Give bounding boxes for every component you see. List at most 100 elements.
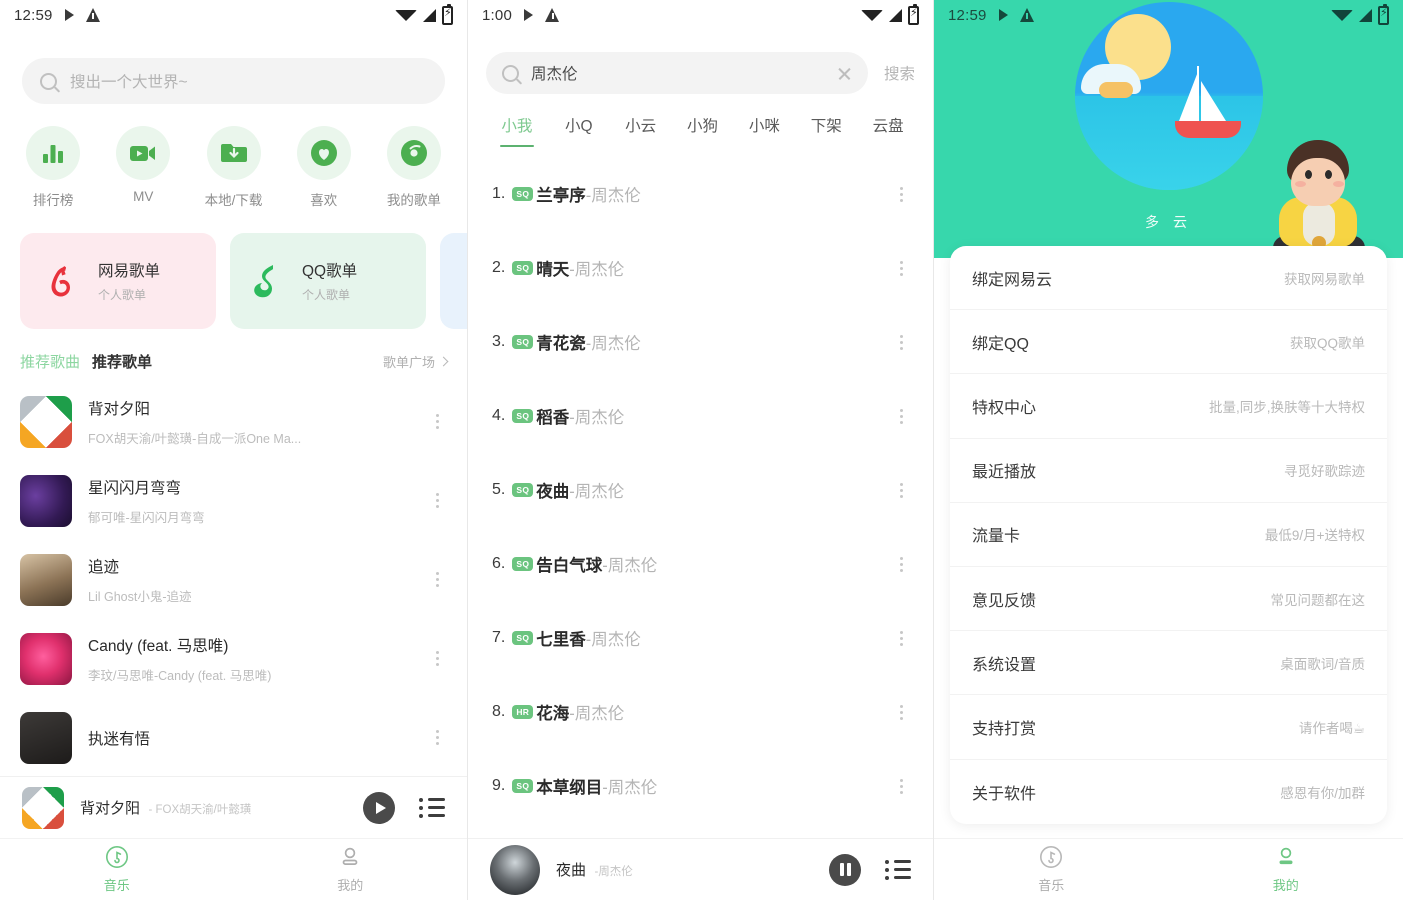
card-third-playlist[interactable] <box>440 233 467 329</box>
search-input[interactable]: 搜出一个大世界~ <box>22 58 445 104</box>
quick-actions: 排行榜 MV 本地/下载 喜欢 我的歌单 <box>8 126 459 209</box>
close-icon[interactable] <box>837 66 852 81</box>
playlist-icon[interactable] <box>419 797 445 818</box>
list-item-system-settings[interactable]: 系统设置 桌面歌词/音质 <box>950 631 1387 696</box>
source-tabs: 小我 小Q 小云 小狗 小咪 下架 云盘 <box>486 114 919 147</box>
recommend-section-header: 推荐歌曲 推荐歌单 歌单广场 <box>20 351 449 372</box>
person-icon <box>342 847 358 865</box>
table-row[interactable]: 1. SQ 兰亭序 -周杰伦 <box>468 157 933 231</box>
table-row[interactable]: 6. SQ 告白气球 -周杰伦 <box>468 527 933 601</box>
search-input[interactable]: 周杰伦 <box>486 52 868 94</box>
list-item-donate[interactable]: 支持打赏 请作者喝☕ <box>950 695 1387 760</box>
tab-mine[interactable]: 我的 <box>1169 839 1404 900</box>
result-title: 晴天 <box>536 261 570 279</box>
list-item-recent-play[interactable]: 最近播放 寻觅好歌踪迹 <box>950 439 1387 503</box>
setting-value: 获取网易歌单 <box>1284 271 1365 287</box>
quick-action-favorite[interactable]: 喜欢 <box>279 126 369 209</box>
mini-player-cover <box>490 844 540 895</box>
more-options-icon[interactable] <box>891 630 911 646</box>
tab-recommended-songs[interactable]: 推荐歌曲 <box>20 351 80 372</box>
list-item-bind-qq[interactable]: 绑定QQ 获取QQ歌单 <box>950 310 1387 375</box>
quick-action-local-download[interactable]: 本地/下载 <box>188 126 278 209</box>
tab-music[interactable]: 音乐 <box>0 839 234 900</box>
more-options-icon[interactable] <box>891 556 911 572</box>
more-options-icon[interactable] <box>891 408 911 424</box>
table-row[interactable]: 8. HR 花海 -周杰伦 <box>468 675 933 749</box>
table-row[interactable]: 9. SQ 本草纲目 -周杰伦 <box>468 749 933 823</box>
card-netease-playlist[interactable]: 网易歌单 个人歌单 <box>20 233 216 329</box>
battery-icon <box>1378 3 1389 25</box>
tab-xiaogou[interactable]: 小狗 <box>672 114 734 147</box>
list-item-privilege-center[interactable]: 特权中心 批量,同步,换肤等十大特权 <box>950 374 1387 439</box>
setting-label: 系统设置 <box>972 656 1037 674</box>
more-options-icon[interactable] <box>891 334 911 350</box>
tab-xiaoyun[interactable]: 小云 <box>610 114 672 147</box>
tab-xiaomi[interactable]: 小咪 <box>733 114 795 147</box>
play-button[interactable] <box>363 791 395 824</box>
table-row[interactable]: 5. SQ 夜曲 -周杰伦 <box>468 453 933 527</box>
result-artist: -周杰伦 <box>569 261 625 279</box>
search-icon <box>40 72 57 90</box>
search-button[interactable]: 搜索 <box>878 62 921 84</box>
play-icon <box>524 9 533 21</box>
more-options-icon[interactable] <box>891 186 911 202</box>
more-options-icon[interactable] <box>891 778 911 794</box>
tab-label: 音乐 <box>1038 878 1065 893</box>
tab-yunpan[interactable]: 云盘 <box>857 114 919 147</box>
tab-recommended-playlists[interactable]: 推荐歌单 <box>92 351 152 372</box>
song-title: 执迷有悟 <box>88 730 151 748</box>
playlist-source-cards: 网易歌单 个人歌单 QQ歌单 个人歌单 <box>20 233 467 329</box>
more-options-icon[interactable] <box>891 704 911 720</box>
quick-action-mv[interactable]: MV <box>98 126 188 209</box>
pause-button[interactable] <box>829 853 861 886</box>
tab-mine[interactable]: 我的 <box>234 839 468 900</box>
more-options-icon[interactable] <box>427 651 447 666</box>
signal-icon <box>423 8 436 22</box>
table-row[interactable]: 4. SQ 稻香 -周杰伦 <box>468 379 933 453</box>
card-qq-playlist[interactable]: QQ歌单 个人歌单 <box>230 233 426 329</box>
more-options-icon[interactable] <box>891 260 911 276</box>
list-item[interactable]: 星闪闪月弯弯 郁可唯-星闪闪月弯弯 <box>0 461 467 540</box>
quality-badge: SQ <box>512 408 534 424</box>
table-row[interactable]: 7. SQ 七里香 -周杰伦 <box>468 601 933 675</box>
list-item-about[interactable]: 关于软件 感恩有你/加群 <box>950 760 1387 824</box>
quick-action-ranking[interactable]: 排行榜 <box>8 126 98 209</box>
list-item[interactable]: Candy (feat. 马思唯) 李玟/马思唯-Candy (feat. 马思… <box>0 619 467 698</box>
list-item-feedback[interactable]: 意见反馈 常见问题都在这 <box>950 567 1387 632</box>
quality-badge: SQ <box>512 482 534 498</box>
playlist-icon[interactable] <box>885 859 911 880</box>
more-options-icon[interactable] <box>427 572 447 587</box>
mini-player-bar[interactable]: 背对夕阳 - FOX胡天渝/叶懿璜 <box>0 776 467 838</box>
result-title: 花海 <box>536 705 570 723</box>
tab-xiaoq[interactable]: 小Q <box>548 114 610 147</box>
list-item-bind-netease[interactable]: 绑定网易云 获取网易歌单 <box>950 246 1387 311</box>
quick-action-label: 排行榜 <box>32 193 74 208</box>
song-artist: 李玟/马思唯-Candy (feat. 马思唯) <box>88 668 272 683</box>
mini-player-cover <box>22 786 64 829</box>
quick-action-label: 我的歌单 <box>386 193 441 208</box>
list-item[interactable]: 执迷有悟 <box>0 698 467 777</box>
table-row[interactable]: 3. SQ 青花瓷 -周杰伦 <box>468 305 933 379</box>
list-item-data-card[interactable]: 流量卡 最低9/月+送特权 <box>950 503 1387 567</box>
tab-xiajia[interactable]: 下架 <box>795 114 857 147</box>
warning-icon <box>545 8 560 22</box>
result-title: 本草纲目 <box>536 779 603 797</box>
table-row[interactable]: 2. SQ 晴天 -周杰伦 <box>468 231 933 305</box>
playlist-square-link[interactable]: 歌单广场 <box>382 352 449 371</box>
quick-action-my-playlist[interactable]: 我的歌单 <box>369 126 459 209</box>
search-row: 周杰伦 搜索 <box>486 52 921 94</box>
more-options-icon[interactable] <box>427 730 447 745</box>
tab-music[interactable]: 音乐 <box>934 839 1169 900</box>
setting-label: 意见反馈 <box>972 592 1037 610</box>
list-item[interactable]: 追迹 Lil Ghost小鬼-追迹 <box>0 540 467 619</box>
result-index: 1. <box>492 185 506 202</box>
mini-player-bar[interactable]: 夜曲 -周杰伦 <box>468 838 933 900</box>
tab-xiaowo[interactable]: 小我 <box>486 114 548 147</box>
playlist-square-label: 歌单广场 <box>382 355 435 370</box>
more-options-icon[interactable] <box>427 493 447 508</box>
setting-value: 寻觅好歌踪迹 <box>1284 464 1365 480</box>
more-options-icon[interactable] <box>891 482 911 498</box>
list-item[interactable]: 背对夕阳 FOX胡天渝/叶懿璜-自成一派One Ma... <box>0 382 467 461</box>
more-options-icon[interactable] <box>427 414 447 429</box>
search-icon <box>502 64 519 82</box>
